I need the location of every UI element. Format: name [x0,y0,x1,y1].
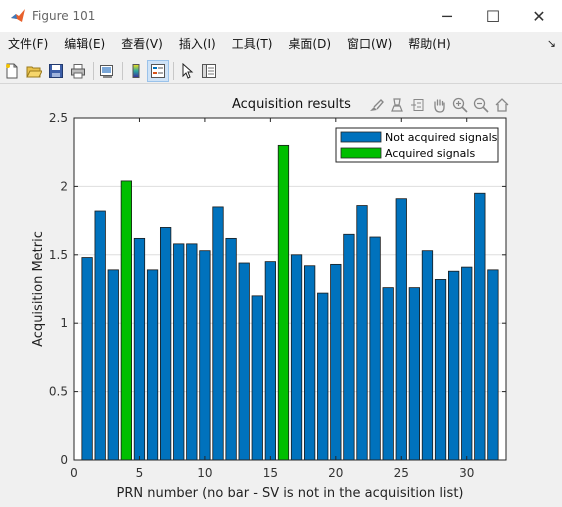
rotate-icon [411,99,424,111]
brush-button[interactable] [366,96,386,114]
bar-not-acquired-prn-30 [461,266,473,461]
bar-not-acquired-prn-3 [107,269,119,461]
bar-not-acquired-prn-8 [173,243,185,461]
x-tick-label: 25 [394,466,409,480]
bar-not-acquired-prn-22 [356,205,368,461]
bar-not-acquired-prn-15 [264,261,276,461]
legend-swatch-not-acquired [340,131,382,143]
axes-toolbar [366,96,513,114]
bar-not-acquired-prn-5 [133,237,146,461]
home-icon [495,98,509,112]
x-tick-label: 0 [70,466,78,480]
bar-not-acquired-prn-1 [81,257,93,461]
pan-button[interactable] [429,96,449,114]
x-tick-label: 30 [459,466,474,480]
bar-not-acquired-prn-18 [303,265,316,461]
bar-not-acquired-prn-19 [317,292,329,461]
bar-not-acquired-prn-10 [199,250,211,461]
bar-not-acquired-prn-12 [225,237,237,461]
y-tick-label: 2.5 [49,111,68,125]
bar-not-acquired-prn-2 [94,210,106,461]
bar-not-acquired-prn-14 [251,295,263,461]
y-tick-label: 2 [60,179,68,193]
bar-not-acquired-prn-24 [382,287,394,461]
x-tick-label: 5 [136,466,144,480]
bar-not-acquired-prn-7 [159,227,172,461]
bar-not-acquired-prn-9 [186,243,198,461]
bar-not-acquired-prn-28 [434,279,447,461]
data-tip-icon [391,98,403,112]
bar-not-acquired-prn-21 [343,233,355,461]
zoom-out-button[interactable] [471,96,491,114]
bar-chart: 0 5 10 15 20 25 30 0 0.5 1 1.5 2 2.5 Acquisition Met… [31,111,507,501]
bar-not-acquired-prn-29 [447,270,460,461]
zoom-in-icon [452,97,468,113]
bar-not-acquired-prn-13 [238,262,250,461]
bar-not-acquired-prn-17 [290,254,303,461]
x-tick-label: 20 [328,466,343,480]
y-tick-label: 1.5 [49,248,68,262]
legend-label-acquired: Acquired signals [385,147,475,160]
x-tick-label: 10 [197,466,212,480]
bar-not-acquired-prn-6 [146,269,159,461]
bar-not-acquired-prn-32 [487,269,499,461]
legend[interactable]: Not acquired signals Acquired signals [335,127,499,163]
bar-not-acquired-prn-23 [369,236,381,461]
bar-not-acquired-prn-11 [212,206,224,461]
chart-title: Acquisition results [232,97,351,112]
zoom-out-icon [473,97,489,113]
pan-icon [434,99,445,113]
data-tip-button[interactable] [387,96,407,114]
y-tick-label: 0 [60,453,68,467]
y-tick-label: 1 [60,316,68,330]
bar-not-acquired-prn-25 [395,198,407,461]
bar-not-acquired-prn-27 [421,250,434,461]
rotate-button[interactable] [408,96,428,114]
brush-icon [370,99,384,111]
bar-acquired-prn-16 [277,144,290,461]
legend-label-not-acquired: Not acquired signals [385,131,498,144]
legend-swatch-acquired [340,147,382,159]
bar-not-acquired-prn-31 [474,192,486,461]
home-button[interactable] [492,96,512,114]
y-axis-label: Acquisition Metric [31,231,46,347]
x-axis-label: PRN number (no bar - SV is not in the ac… [117,486,464,501]
bar-not-acquired-prn-26 [408,287,420,461]
x-tick-label: 15 [263,466,278,480]
bar-acquired-prn-4 [120,180,133,461]
zoom-in-button[interactable] [450,96,470,114]
bar-not-acquired-prn-20 [330,263,342,461]
y-tick-label: 0.5 [49,385,68,399]
